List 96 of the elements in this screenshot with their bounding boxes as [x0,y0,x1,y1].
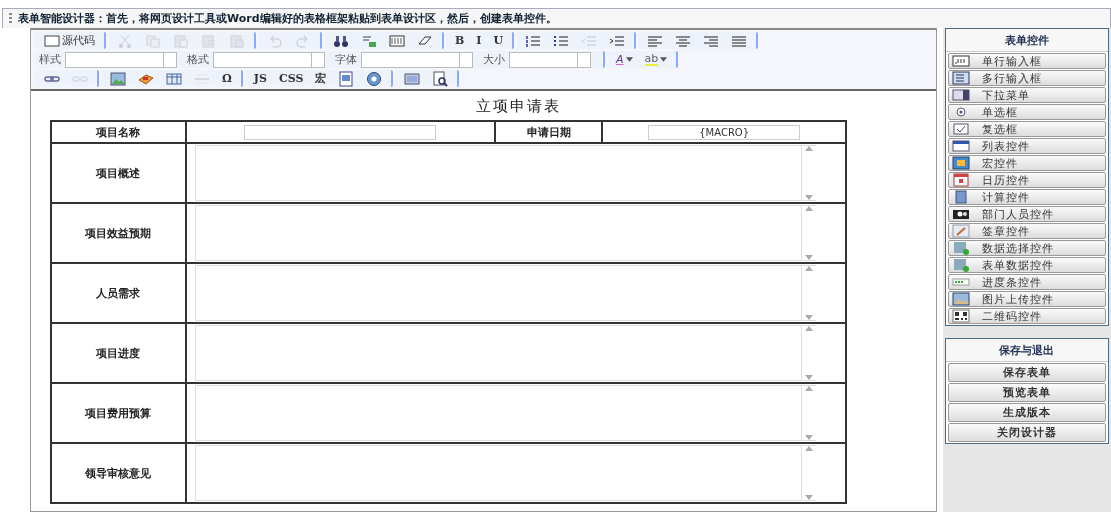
scroll-down-icon[interactable] [804,435,813,440]
code-window-icon [44,32,60,49]
text-color-button[interactable]: A [611,51,638,68]
control-button[interactable]: 图片上传控件 [947,291,1106,307]
scroll-up-icon[interactable] [804,146,813,151]
scroll-up-icon[interactable] [804,386,813,391]
control-button[interactable]: 宏控件 [947,155,1106,171]
action-button[interactable]: 关闭设计器 [947,423,1106,442]
field-label: 项目概述 [50,143,186,203]
control-button[interactable]: 数据选择控件 [947,240,1106,256]
field-label: 项目进度 [50,323,186,383]
format-button[interactable]: U [488,32,509,49]
field-label: 项目名称 [50,121,186,143]
text-field-icon [951,54,970,68]
control-button[interactable]: 复选框 [947,121,1106,137]
qr-code-icon [951,309,970,323]
textarea-field[interactable] [194,265,816,321]
control-button[interactable]: 多行输入框 [947,70,1106,86]
dropdown-field[interactable] [213,51,325,68]
input-field[interactable] [244,124,437,140]
control-button[interactable]: 下拉菜单 [947,87,1106,103]
paste-text-icon [201,32,217,49]
field-label: 项目效益预期 [50,203,186,263]
dropdown-field[interactable] [361,51,473,68]
preview-icon [432,70,449,87]
scroll-down-icon[interactable] [804,255,813,260]
paste-icon [173,32,189,49]
textarea-field[interactable] [194,385,816,441]
select-label: 样式 [39,52,61,67]
format-button[interactable]: 宏 [310,70,332,87]
control-button[interactable]: 计算控件 [947,189,1106,205]
form-title: 立项申请表 [475,97,561,116]
control-button[interactable]: 部门人员控件 [947,206,1106,222]
select-label: 格式 [187,52,209,67]
format-button[interactable]: JS [248,70,272,87]
textarea-field[interactable] [194,205,816,261]
control-button[interactable]: 日历控件 [947,172,1106,188]
copy-icon [145,32,161,49]
control-button[interactable]: 二维码控件 [947,308,1106,324]
input-field[interactable]: {MACRO} [648,124,801,140]
control-button[interactable]: 单选框 [947,104,1106,120]
dropdown-icon [951,88,970,102]
scroll-down-icon[interactable] [804,375,813,380]
macro-icon [951,156,970,170]
panel-title: 表单控件 [945,29,1108,52]
control-button[interactable]: 单行输入框 [947,53,1106,69]
scroll-up-icon[interactable] [804,266,813,271]
control-button[interactable]: 签章控件 [947,223,1106,239]
undo-icon [267,32,283,49]
textarea-field[interactable] [194,145,816,201]
textarea-field[interactable] [194,325,816,381]
dropdown-field[interactable] [509,51,591,68]
scroll-down-icon[interactable] [804,495,813,500]
field-label: 领导审核意见 [50,443,186,503]
cut-icon [117,32,133,49]
scroll-up-icon[interactable] [804,206,813,211]
progress-bar-icon [951,275,970,289]
people-icon [951,207,970,221]
checkbox-icon [951,122,970,136]
textarea-icon [951,71,970,85]
panel-title: 保存与退出 [945,339,1108,362]
document-icon [338,70,355,87]
select-label: 字体 [335,52,357,67]
scroll-down-icon[interactable] [804,195,813,200]
paste-word-icon [229,32,245,49]
pen-icon [951,224,970,238]
image-icon [110,70,126,87]
redo-icon [295,32,311,49]
scroll-up-icon[interactable] [804,446,813,451]
field-label: 申请日期 [494,121,603,143]
scroll-down-icon[interactable] [804,315,813,320]
window-icon [404,70,421,87]
caret-icon [660,57,668,62]
control-button[interactable]: 进度条控件 [947,274,1106,290]
action-button[interactable]: 预览表单 [947,383,1106,402]
image-icon [951,292,970,306]
control-button[interactable]: 表单数据控件 [947,257,1106,273]
field-label: 人员需求 [50,263,186,323]
calendar-icon [951,173,970,187]
scroll-up-icon[interactable] [804,326,813,331]
table-icon [166,70,182,87]
action-button[interactable]: 生成版本 [947,403,1106,422]
select-label: 大小 [483,52,505,67]
list-icon [951,139,970,153]
instruction-text: 表单智能设计器：首先，将网页设计工具或Word编辑好的表格框架粘贴到表单设计区，然后，创建表单控件。 [18,11,557,26]
format-button[interactable]: CSS [273,70,309,87]
format-button[interactable]: I [471,32,487,49]
dropdown-field[interactable] [65,51,177,68]
format-button[interactable]: B [450,32,470,49]
control-button[interactable]: 列表控件 [947,138,1106,154]
format-button[interactable]: Ω [217,70,237,87]
field-label: 项目费用预算 [50,383,186,443]
action-button[interactable]: 保存表单 [947,363,1106,382]
highlight-color-button[interactable]: ab [639,51,673,68]
textarea-field[interactable] [194,445,816,501]
caret-icon [625,57,633,62]
